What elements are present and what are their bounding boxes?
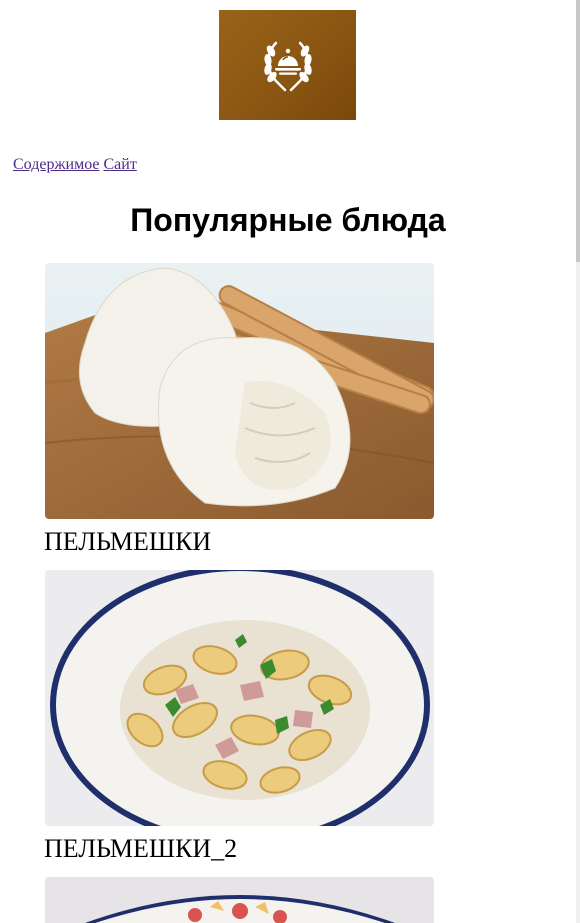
page-title: Популярные блюда [130, 202, 446, 238]
dish-image-1[interactable] [45, 263, 434, 519]
top-nav: Содержимое Сайт [13, 155, 137, 175]
scrollbar[interactable] [576, 0, 580, 923]
burrata-photo-icon [45, 263, 434, 519]
dish-image-2[interactable] [45, 570, 434, 826]
dessert-photo-icon [45, 877, 434, 923]
dish-image-3[interactable] [45, 877, 434, 923]
dish-name-1[interactable]: ПЕЛЬМЕШКИ [44, 527, 211, 557]
scrollbar-thumb[interactable] [576, 0, 580, 262]
restaurant-logo[interactable] [219, 10, 356, 120]
dish-name-2[interactable]: ПЕЛЬМЕШКИ_2 [44, 834, 237, 864]
contents-link[interactable]: Содержимое [13, 156, 100, 173]
cloche-laurel-icon [263, 41, 312, 92]
site-link[interactable]: Сайт [104, 156, 137, 173]
pasta-bowl-photo-icon [45, 570, 434, 826]
